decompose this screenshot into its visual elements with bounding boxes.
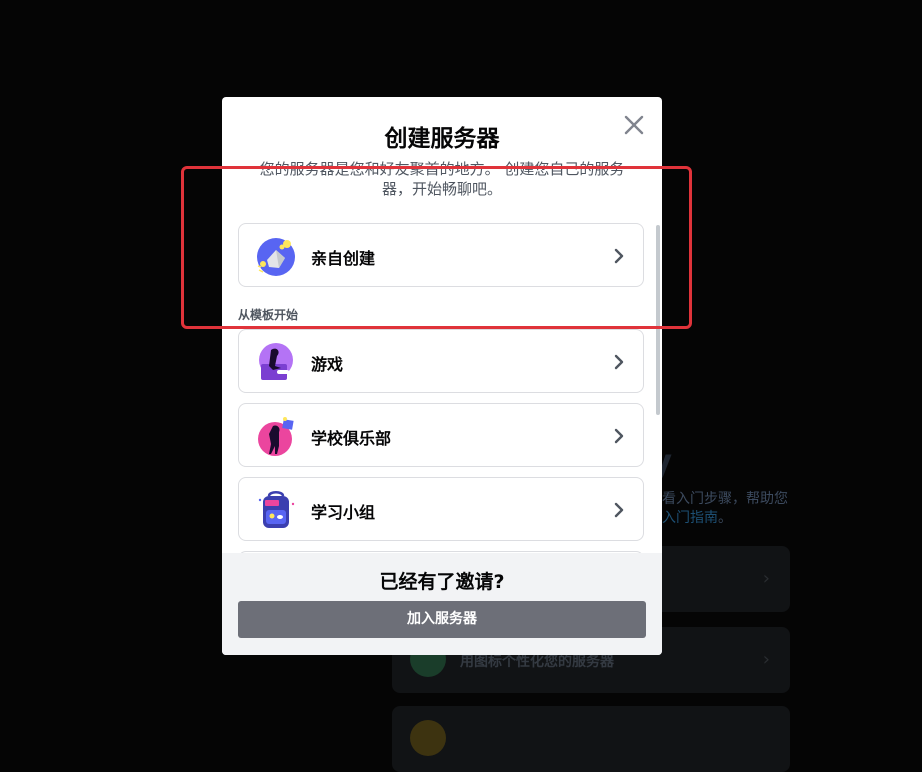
join-server-button[interactable]: 加入服务器 bbox=[238, 601, 646, 638]
close-button[interactable] bbox=[620, 111, 648, 139]
chevron-right-icon bbox=[614, 354, 624, 370]
school-club-icon bbox=[258, 417, 294, 456]
invite-heading: 已经有了邀请? bbox=[379, 571, 505, 593]
study-group-icon bbox=[258, 491, 295, 528]
background-text: 看入门步骤，帮助您 bbox=[662, 491, 788, 507]
background-guide-link: 入门指南 bbox=[662, 510, 718, 526]
gaming-icon bbox=[259, 343, 293, 380]
chevron-right-icon: › bbox=[762, 649, 770, 670]
template-label: 学校俱乐部 bbox=[311, 429, 392, 448]
template-option-school-club[interactable]: 学校俱乐部 bbox=[238, 403, 644, 467]
modal-title: 创建服务器 bbox=[384, 126, 500, 152]
template-option-study-group[interactable]: 学习小组 bbox=[238, 477, 644, 541]
background-text-link-line: 入门指南。 bbox=[662, 510, 732, 526]
highlight-annotation bbox=[181, 166, 692, 329]
chevron-right-icon bbox=[614, 502, 624, 518]
background-card bbox=[392, 706, 790, 772]
chevron-right-icon: › bbox=[762, 568, 770, 589]
template-label: 学习小组 bbox=[311, 503, 376, 522]
chevron-right-icon bbox=[614, 428, 624, 444]
modal-footer: 已经有了邀请? 加入服务器 bbox=[222, 553, 662, 655]
template-label: 游戏 bbox=[311, 355, 344, 374]
close-icon bbox=[624, 115, 644, 135]
template-option-gaming[interactable]: 游戏 bbox=[238, 329, 644, 393]
background-card-icon bbox=[410, 720, 446, 756]
